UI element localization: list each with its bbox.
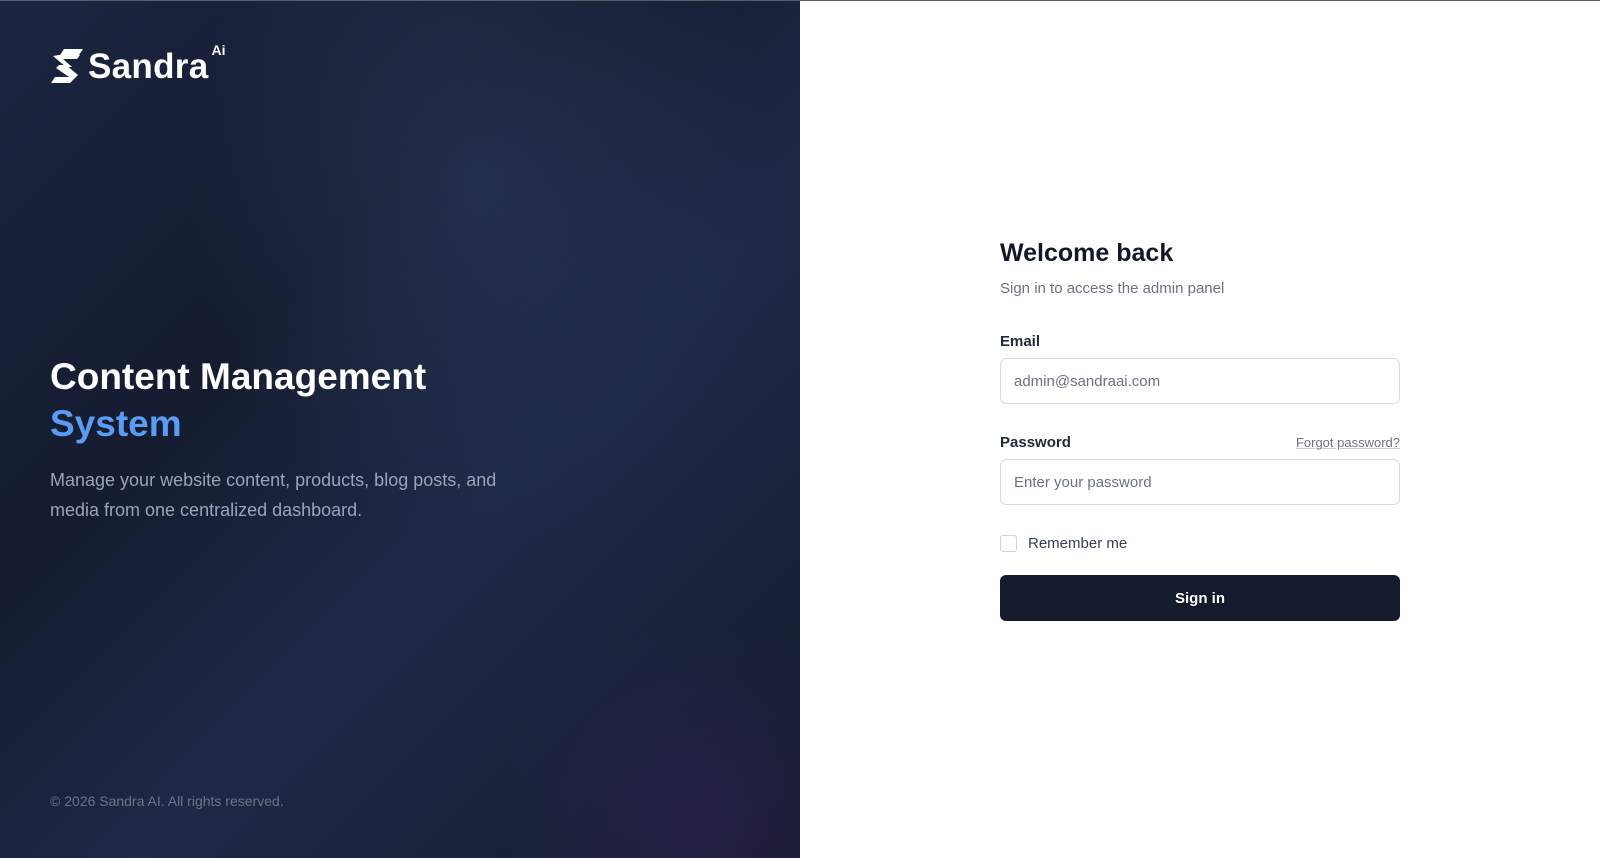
hero: Content Management System Manage your we…: [50, 353, 610, 525]
remember-me-label[interactable]: Remember me: [1028, 535, 1127, 552]
email-field[interactable]: [1000, 358, 1400, 404]
login-panel: Welcome back Sign in to access the admin…: [800, 0, 1600, 858]
brand-superscript: Ai: [211, 42, 226, 58]
brand-name: Sandra: [88, 46, 209, 86]
remember-me-checkbox[interactable]: [1000, 535, 1017, 552]
hero-title-accent: System: [50, 403, 182, 444]
sign-in-button[interactable]: Sign in: [1000, 575, 1400, 621]
password-label: Password: [1000, 434, 1071, 451]
form-subtitle: Sign in to access the admin panel: [1000, 280, 1225, 297]
copyright-text: © 2026 Sandra AI. All rights reserved.: [50, 793, 284, 809]
brand-panel: Sandra Ai Content Management System Mana…: [0, 0, 800, 858]
brand-logo: Sandra Ai: [50, 42, 225, 86]
hero-heading: Content Management System: [50, 353, 610, 447]
sandra-s-logo-icon: [51, 49, 83, 83]
remember-me-row: Remember me: [1000, 535, 1400, 552]
hero-title: Content Management: [50, 356, 427, 397]
password-label-row: Password Forgot password?: [1000, 434, 1400, 451]
forgot-password-link[interactable]: Forgot password?: [1296, 435, 1400, 450]
login-page: Sandra Ai Content Management System Mana…: [0, 0, 1600, 858]
password-field[interactable]: [1000, 459, 1400, 505]
login-form: Welcome back Sign in to access the admin…: [1000, 239, 1400, 621]
hero-description: Manage your website content, products, b…: [50, 470, 497, 520]
form-title: Welcome back: [1000, 239, 1174, 267]
email-label: Email: [1000, 333, 1041, 350]
